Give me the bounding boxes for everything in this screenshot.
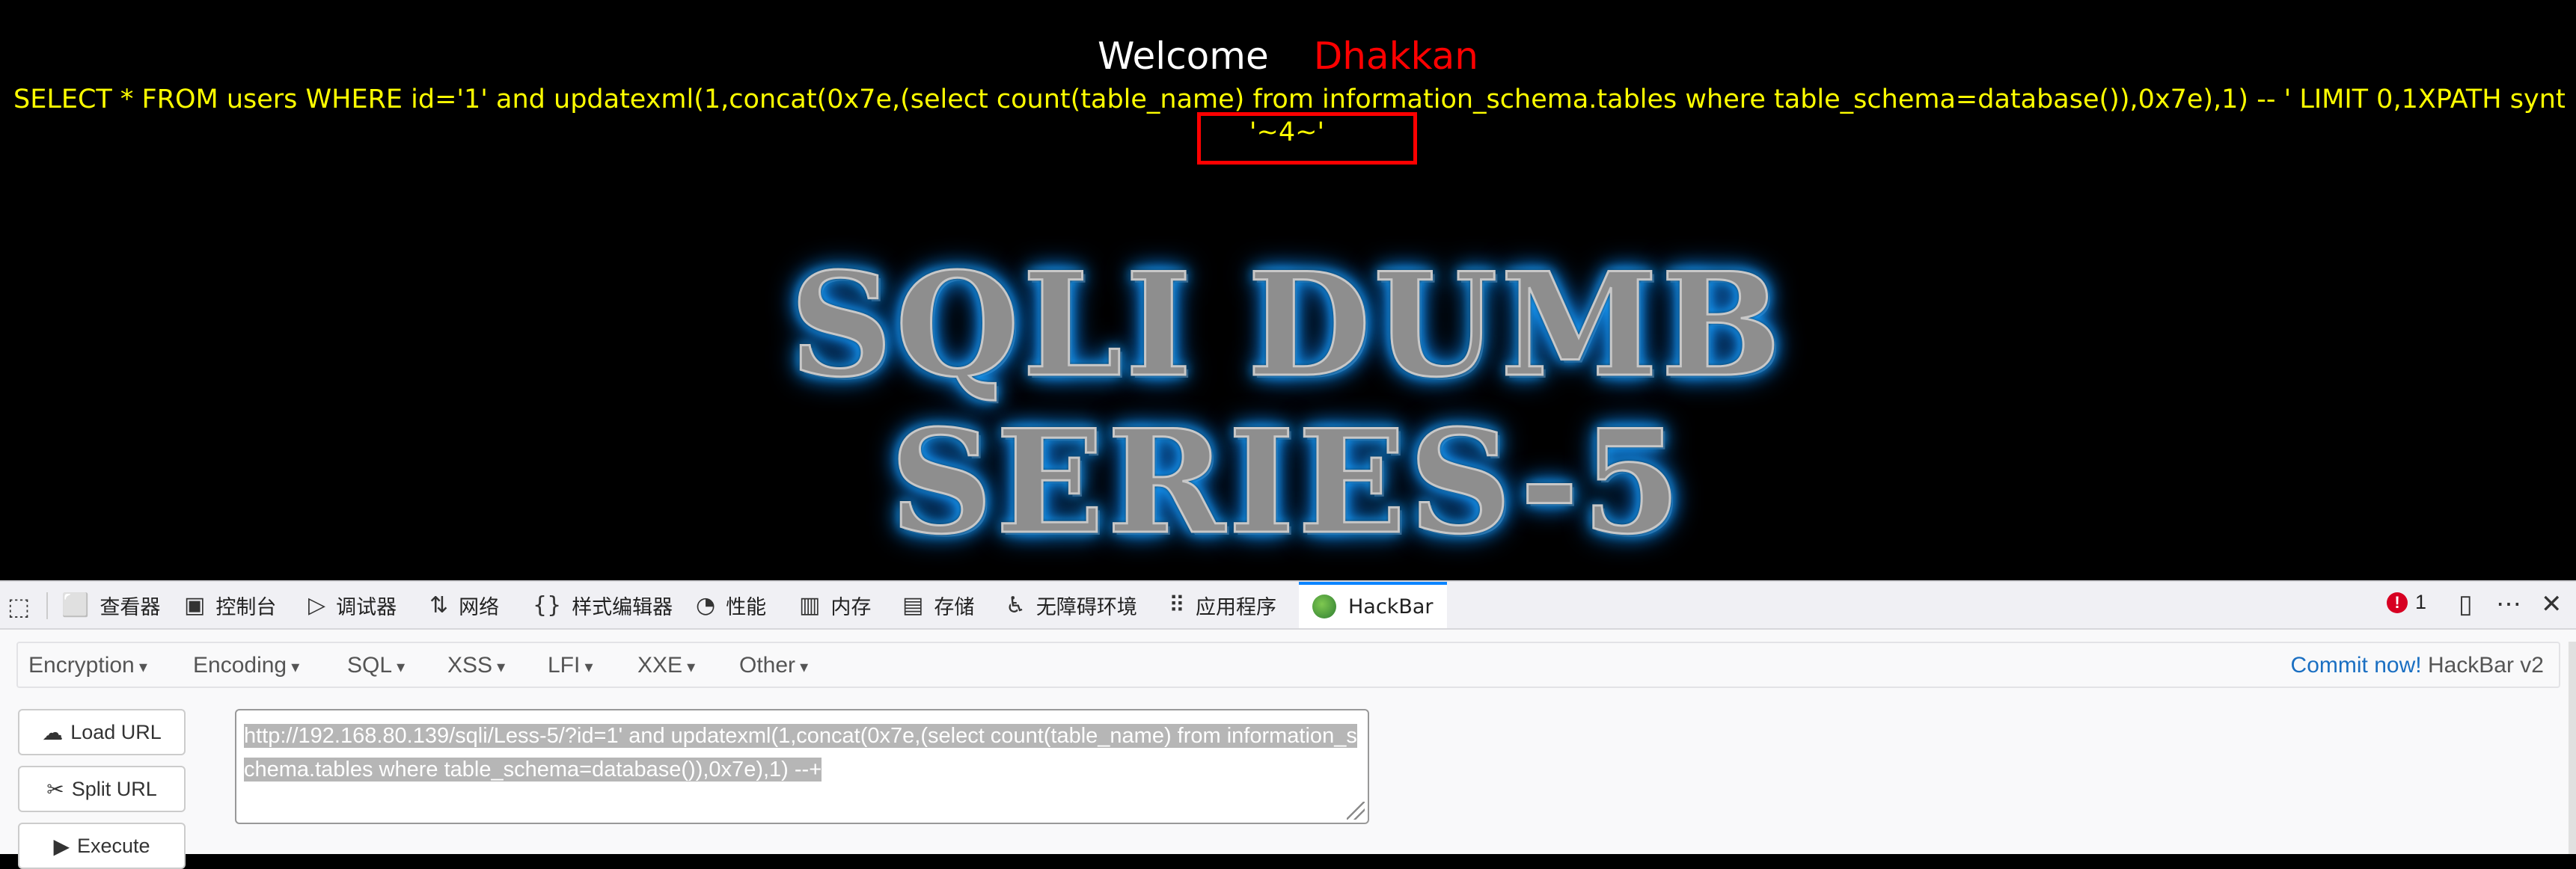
tab-style-editor[interactable]: {} 样式编辑器 (533, 582, 673, 628)
split-url-label: Split URL (71, 777, 157, 800)
style-editor-icon: {} (533, 592, 562, 618)
play-icon: ▶ (53, 834, 70, 858)
split-url-button[interactable]: ✂ Split URL (18, 766, 186, 812)
tab-hackbar[interactable]: HackBar (1299, 582, 1447, 628)
tab-performance[interactable]: ◔ 性能 (696, 582, 766, 628)
network-icon: ⇅ (429, 592, 449, 618)
tab-label: 样式编辑器 (572, 595, 673, 619)
menu-sql[interactable]: SQL (347, 649, 405, 684)
error-counter[interactable]: ! 1 (2387, 591, 2426, 614)
tab-console[interactable]: ▣ 控制台 (184, 582, 276, 628)
url-textarea[interactable]: http://192.168.80.139/sqli/Less-5/?id=1'… (235, 709, 1369, 824)
tab-label: 查看器 (100, 595, 161, 619)
load-url-button[interactable]: ☁ Load URL (18, 709, 186, 755)
menu-xxe[interactable]: XXE (637, 649, 695, 684)
debugger-icon: ▷ (308, 592, 326, 618)
more-options-icon[interactable]: ⋯ (2496, 589, 2521, 619)
menu-encoding[interactable]: Encoding (193, 649, 299, 684)
tab-label: 应用程序 (1195, 595, 1276, 619)
hackbar-icon (1312, 595, 1336, 618)
menu-encryption[interactable]: Encryption (28, 649, 147, 684)
tab-label: 无障碍环境 (1035, 595, 1137, 619)
resize-grip-icon[interactable] (1347, 802, 1365, 820)
welcome-name: Dhakkan (1313, 34, 1478, 78)
tab-label: 内存 (830, 595, 872, 619)
tab-network[interactable]: ⇅ 网络 (429, 582, 499, 628)
commit-link[interactable]: Commit now! (2291, 653, 2422, 678)
tab-label: 存储 (934, 595, 975, 619)
performance-icon: ◔ (696, 592, 716, 618)
menu-other[interactable]: Other (739, 649, 808, 684)
inspector-icon: ⬜ (61, 592, 90, 618)
error-count: 1 (2415, 591, 2427, 613)
scissors-icon: ✂ (46, 777, 64, 801)
menu-xss[interactable]: XSS (447, 649, 505, 684)
console-icon: ▣ (184, 592, 206, 618)
storage-icon: ▤ (902, 592, 924, 618)
responsive-mode-icon[interactable]: ▯ (2459, 589, 2473, 619)
error-icon: ! (2387, 592, 2408, 613)
toolbar-divider (46, 592, 48, 619)
highlight-box (1197, 112, 1417, 165)
menu-lfi[interactable]: LFI (548, 649, 593, 684)
load-url-label: Load URL (70, 720, 162, 743)
element-picker-icon[interactable]: ⬚ (7, 592, 30, 621)
devtools-toolbar: ⬚ ⬜ 查看器 ▣ 控制台 ▷ 调试器 ⇅ 网络 {} 样式编辑器 ◔ 性能 ▥… (0, 580, 2576, 630)
tab-label: 控制台 (215, 595, 277, 619)
url-value: http://192.168.80.139/sqli/Less-5/?id=1'… (244, 724, 1357, 782)
welcome-heading: Welcome Dhakkan (0, 30, 2576, 82)
memory-icon: ▥ (799, 592, 821, 618)
web-page: Welcome Dhakkan SELECT * FROM users WHERE… (0, 0, 2576, 580)
execute-button[interactable]: ▶ Execute (18, 823, 186, 869)
tab-label: 性能 (726, 595, 767, 619)
banner-title: SQLI DUMB SERIES-5 (789, 242, 1784, 565)
welcome-label: Welcome (1098, 34, 1269, 78)
tab-storage[interactable]: ▤ 存储 (902, 582, 974, 628)
close-icon[interactable]: ✕ (2541, 589, 2563, 619)
hackbar-version: HackBar v2 (2427, 653, 2544, 678)
application-icon: ⠿ (1169, 592, 1185, 618)
hackbar-menu: Encryption Encoding SQL XSS LFI XXE Othe… (16, 642, 2560, 688)
tab-label: 调试器 (336, 595, 397, 619)
scrollbar[interactable] (2569, 642, 2576, 854)
devtools-panel: ⬚ ⬜ 查看器 ▣ 控制台 ▷ 调试器 ⇅ 网络 {} 样式编辑器 ◔ 性能 ▥… (0, 580, 2576, 869)
cloud-download-icon: ☁ (42, 720, 64, 744)
tab-inspector[interactable]: ⬜ 查看器 (61, 582, 160, 628)
commit-area: Commit now! HackBar v2 (2291, 649, 2544, 682)
accessibility-icon: ♿ (1006, 592, 1026, 618)
tab-memory[interactable]: ▥ 内存 (799, 582, 871, 628)
tab-accessibility[interactable]: ♿ 无障碍环境 (1006, 582, 1137, 628)
tab-label: HackBar (1348, 595, 1434, 618)
tab-debugger[interactable]: ▷ 调试器 (308, 582, 397, 628)
tab-label: 网络 (459, 595, 500, 619)
tab-application[interactable]: ⠿ 应用程序 (1169, 582, 1276, 628)
